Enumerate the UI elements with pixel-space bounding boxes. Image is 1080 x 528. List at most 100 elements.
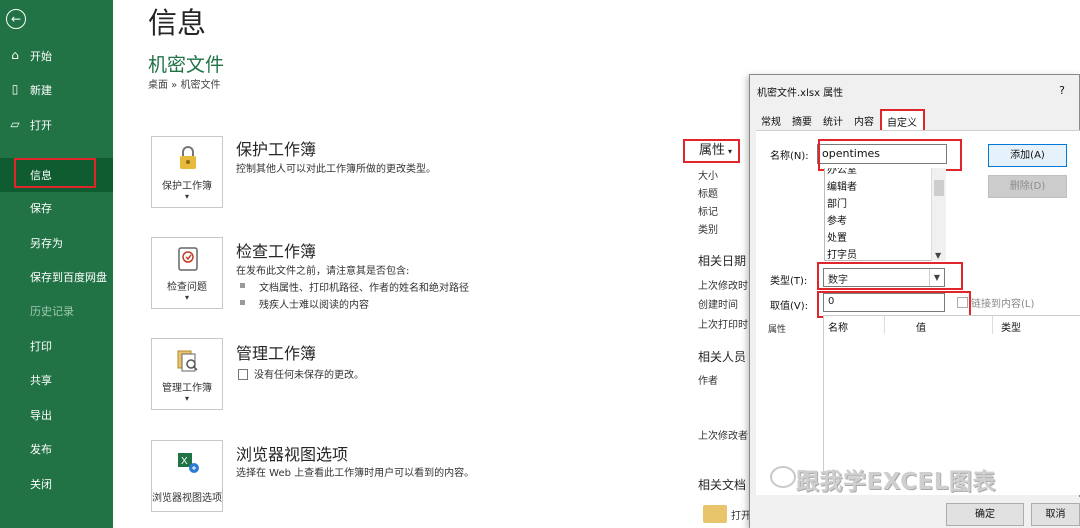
bullet-item: 残疾人士难以阅读的内容 xyxy=(240,296,369,311)
list-item[interactable]: 编辑者 xyxy=(825,179,946,196)
info-highlight-box xyxy=(14,158,96,188)
custom-properties-table[interactable]: 名称 值 类型 xyxy=(823,315,1080,475)
section-title-protect: 保护工作簿 xyxy=(236,140,317,159)
chevron-down-icon: ▾ xyxy=(728,147,733,156)
column-header-type[interactable]: 类型 xyxy=(1001,319,1021,334)
properties-list-label: 属性 xyxy=(768,325,787,335)
date-label: 创建时间 xyxy=(698,300,738,311)
type-select[interactable]: 数字 ▼ xyxy=(823,268,945,287)
manage-workbook-button[interactable]: 管理工作簿 ▾ xyxy=(151,338,223,410)
list-item[interactable]: 打字员 xyxy=(825,247,946,260)
watermark-text: 跟我学EXCEL图表 xyxy=(796,469,996,495)
sidebar-item-new[interactable]: ▯ 新建 xyxy=(0,73,113,107)
sidebar-item-history: 历史记录 xyxy=(30,305,74,318)
sidebar-item-close[interactable]: 关闭 xyxy=(0,467,113,501)
breadcrumb: 桌面 » 机密文件 xyxy=(148,80,221,91)
related-docs-heading: 相关文档 xyxy=(698,478,747,492)
wechat-logo-icon xyxy=(770,466,796,488)
ok-button[interactable]: 确定 xyxy=(946,503,1024,526)
name-list[interactable]: 办公室 编辑者 部门 参考 处置 打字员 xyxy=(824,168,946,261)
protect-workbook-button[interactable]: 保护工作簿 ▾ xyxy=(151,136,223,208)
date-label: 上次打印时 xyxy=(698,320,748,331)
chevron-down-icon: ▾ xyxy=(184,394,189,403)
bullet-item: 文档属性、打印机路径、作者的姓名和绝对路径 xyxy=(240,279,469,294)
manage-document-icon xyxy=(177,350,198,372)
sidebar-item-home[interactable]: ⌂ 开始 xyxy=(0,39,113,73)
chevron-down-icon[interactable]: ▼ xyxy=(929,269,944,286)
type-label: 类型(T): xyxy=(770,276,808,287)
sidebar-item-share[interactable]: 共享 xyxy=(0,363,113,397)
chevron-down-icon: ▾ xyxy=(184,192,189,201)
link-to-content-label: 链接到内容(L) xyxy=(971,299,1035,310)
folder-icon xyxy=(703,505,727,523)
tab-summary[interactable]: 摘要 xyxy=(787,110,818,131)
open-file-location-link[interactable]: 打开 xyxy=(731,507,751,522)
back-arrow-icon[interactable]: ← xyxy=(6,9,26,29)
name-list-scrollbar[interactable]: ▼ xyxy=(931,168,946,261)
dialog-title: 机密文件.xlsx 属性 xyxy=(757,88,844,99)
svg-text:X: X xyxy=(181,456,188,467)
list-item[interactable]: 办公室 xyxy=(825,168,946,179)
last-modified-by-label: 上次修改者 xyxy=(698,431,748,442)
sidebar-item-export[interactable]: 导出 xyxy=(0,398,113,432)
list-item[interactable]: 部门 xyxy=(825,196,946,213)
tab-contents[interactable]: 内容 xyxy=(849,110,880,131)
dialog-tabs: 常规 摘要 统计 内容 自定义 xyxy=(756,109,925,131)
section-desc-browser: 选择在 Web 上查看此工作簿时用户可以看到的内容。 xyxy=(236,468,475,479)
list-item[interactable]: 处置 xyxy=(825,230,946,247)
name-label: 名称(N): xyxy=(770,151,809,162)
sidebar-item-save-baidu[interactable]: 保存到百度网盘 xyxy=(0,260,113,294)
tab-statistics[interactable]: 统计 xyxy=(818,110,849,131)
sidebar-item-publish[interactable]: 发布 xyxy=(0,432,113,466)
help-icon[interactable]: ? xyxy=(1059,84,1065,97)
sidebar-item-save[interactable]: 保存 xyxy=(0,191,113,225)
value-label: 取值(V): xyxy=(770,301,809,312)
add-button[interactable]: 添加(A) xyxy=(988,144,1067,167)
column-separator xyxy=(992,316,993,334)
section-desc-protect: 控制其他人可以对此工作簿所做的更改类型。 xyxy=(236,164,436,175)
column-header-name[interactable]: 名称 xyxy=(828,319,848,334)
check-issues-button[interactable]: 检查问题 ▾ xyxy=(151,237,223,309)
section-title-manage: 管理工作簿 xyxy=(236,344,317,363)
folder-open-icon: ▱ xyxy=(10,117,20,131)
scroll-thumb[interactable] xyxy=(934,180,944,196)
tab-custom[interactable]: 自定义 xyxy=(880,109,925,131)
backstage-sidebar: ← ⌂ 开始 ▯ 新建 ▱ 打开 信息 保存 另存为 保存到百度网盘 历史记录 … xyxy=(0,0,113,528)
sidebar-item-open[interactable]: ▱ 打开 xyxy=(0,108,113,142)
property-label: 类别 xyxy=(698,225,718,236)
sidebar-item-info[interactable]: 信息 xyxy=(0,158,113,192)
name-input[interactable]: opentimes xyxy=(817,144,947,164)
section-title-inspect: 检查工作簿 xyxy=(236,242,317,261)
property-label: 标记 xyxy=(698,207,718,218)
related-people-heading: 相关人员 xyxy=(698,350,747,364)
browser-view-options-button[interactable]: X 浏览器视图选项 xyxy=(151,440,223,512)
author-label: 作者 xyxy=(698,376,718,387)
home-icon: ⌂ xyxy=(11,48,19,62)
section-desc-manage: 没有任何未保存的更改。 xyxy=(238,366,364,381)
tab-general[interactable]: 常规 xyxy=(756,110,787,131)
cancel-button[interactable]: 取消 xyxy=(1031,503,1080,526)
property-label: 大小 xyxy=(698,171,718,182)
sidebar-item-print[interactable]: 打印 xyxy=(0,329,113,363)
section-desc-inspect: 在发布此文件之前，请注意其是否包含: xyxy=(236,266,410,277)
column-separator xyxy=(884,316,885,334)
related-dates-heading: 相关日期 xyxy=(698,254,747,268)
link-to-content-checkbox[interactable] xyxy=(957,297,968,308)
chevron-down-icon: ▾ xyxy=(184,293,189,302)
page-title: 信息 xyxy=(148,6,207,40)
lock-icon xyxy=(180,146,196,169)
section-title-browser: 浏览器视图选项 xyxy=(236,445,349,464)
date-label: 上次修改时 xyxy=(698,281,748,292)
list-item[interactable]: 参考 xyxy=(825,213,946,230)
excel-web-icon: X xyxy=(178,453,199,473)
file-name: 机密文件 xyxy=(148,54,225,76)
properties-dropdown-button[interactable]: 属性 ▾ xyxy=(683,139,740,163)
delete-button: 删除(D) xyxy=(988,175,1067,198)
column-header-value[interactable]: 值 xyxy=(916,319,926,334)
chevron-down-icon[interactable]: ▼ xyxy=(935,251,941,260)
value-input[interactable]: 0 xyxy=(823,293,945,312)
new-document-icon: ▯ xyxy=(11,82,19,96)
sidebar-item-save-as[interactable]: 另存为 xyxy=(0,226,113,260)
property-label: 标题 xyxy=(698,189,718,200)
document-icon xyxy=(238,369,248,380)
